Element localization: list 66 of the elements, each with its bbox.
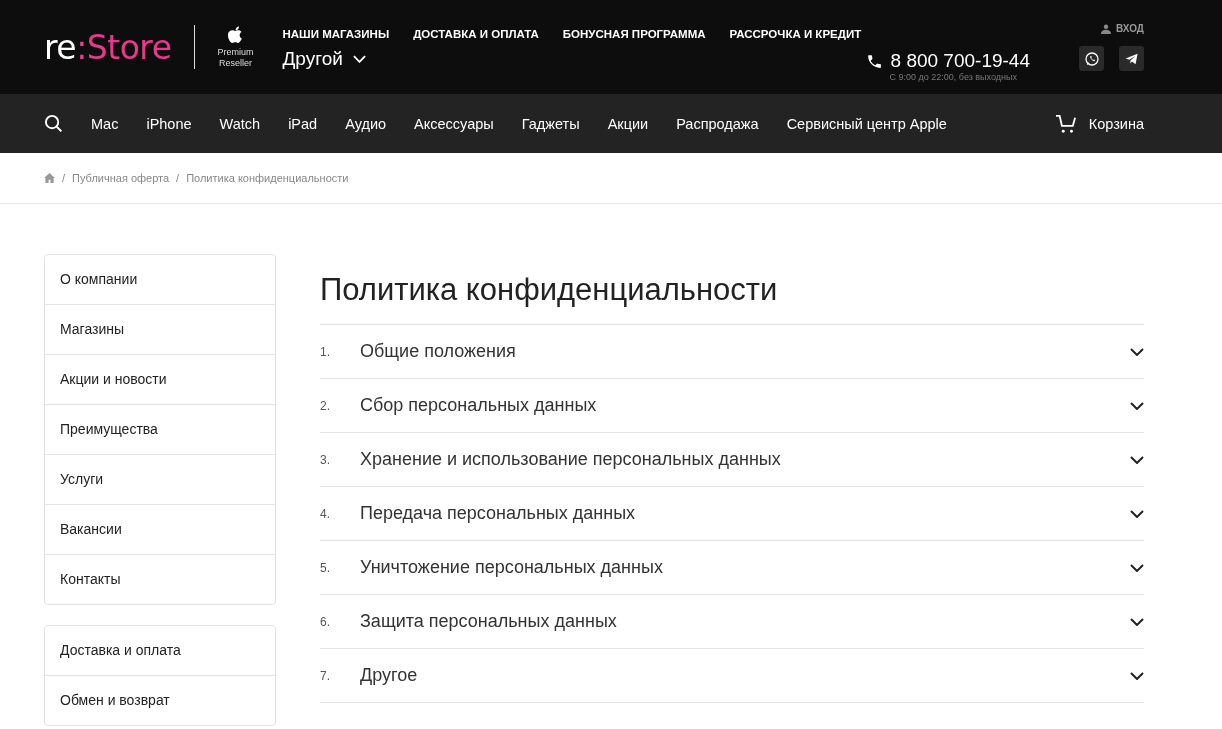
cart-icon[interactable] xyxy=(1054,113,1077,134)
store-logo[interactable]: re:Store xyxy=(44,27,172,67)
cart-link[interactable]: Корзина xyxy=(1088,115,1144,132)
chat-bubble-icon xyxy=(1083,50,1100,67)
sidebar-item[interactable]: О компании xyxy=(45,255,275,305)
phone-number[interactable]: 8 800 700-19-44 xyxy=(890,50,1030,72)
nav-link[interactable]: iPhone xyxy=(146,115,192,132)
breadcrumb-separator: / xyxy=(176,172,180,184)
badge-text: Premium Reseller xyxy=(217,47,254,69)
section-title: Защита персональных данных xyxy=(360,611,618,632)
nav-link[interactable]: Акции xyxy=(607,115,649,132)
top-link[interactable]: ДОСТАВКА И ОПЛАТА xyxy=(413,28,539,40)
breadcrumb-separator: / xyxy=(62,172,66,184)
working-hours: С 9:00 до 22:00, без выходных xyxy=(889,72,1018,82)
section-number: 2. xyxy=(320,398,331,413)
sidebar-item[interactable]: Контакты xyxy=(45,555,275,604)
section-number: 5. xyxy=(320,560,331,575)
chevron-down-icon xyxy=(352,55,366,63)
sidebar-item[interactable]: Вакансии xyxy=(45,505,275,555)
page-title: Политика конфиденциальности xyxy=(320,272,779,308)
breadcrumb-link[interactable]: Политика конфиденциальности xyxy=(186,172,349,184)
sidebar-item[interactable]: Доставка и оплата xyxy=(45,626,275,676)
section-title: Общие положения xyxy=(360,341,517,362)
section-title: Уничтожение персональных данных xyxy=(360,557,664,578)
nav-link[interactable]: Распродажа xyxy=(676,115,759,132)
apple-icon xyxy=(227,25,244,44)
nav-link[interactable]: iPad xyxy=(288,115,318,132)
login-link[interactable]: ВХОД xyxy=(1100,23,1144,34)
accordion-item[interactable]: 6. Защита персональных данных xyxy=(320,594,1144,648)
accordion-item[interactable]: 7. Другое xyxy=(320,648,1144,703)
accordion-item[interactable]: 4. Передача персональных данных xyxy=(320,486,1144,540)
nav-link[interactable]: Watch xyxy=(219,115,261,132)
accordion-item[interactable]: 1. Общие положения xyxy=(320,324,1144,378)
section-number: 1. xyxy=(320,344,331,359)
section-title: Сбор персональных данных xyxy=(360,395,598,416)
accordion-item[interactable]: 2. Сбор персональных данных xyxy=(320,378,1144,432)
sidebar-item[interactable]: Акции и новости xyxy=(45,355,275,405)
sidebar-item[interactable]: Преимущества xyxy=(45,405,275,455)
nav-link[interactable]: Аудио xyxy=(345,115,387,132)
accordion-item[interactable]: 3. Хранение и использование персональных данных xyxy=(320,432,1144,486)
section-title: Хранение и использование персональных данных xyxy=(360,449,782,470)
home-icon[interactable] xyxy=(44,173,55,183)
nav-link[interactable]: Аксессуары xyxy=(414,115,494,132)
top-link[interactable]: БОНУСНАЯ ПРОГРАММА xyxy=(562,28,706,40)
section-title: Передача персональных данных xyxy=(360,503,637,524)
section-number: 6. xyxy=(320,614,331,629)
section-number: 3. xyxy=(320,452,331,467)
city-selector[interactable]: Другой xyxy=(282,48,862,70)
section-number: 7. xyxy=(320,668,331,683)
telegram-button[interactable] xyxy=(1119,46,1144,71)
whatsapp-button[interactable] xyxy=(1079,46,1104,71)
top-link[interactable]: РАССРОЧКА И КРЕДИТ xyxy=(729,28,862,40)
nav-link[interactable]: Mac xyxy=(91,115,119,132)
section-number: 4. xyxy=(320,506,331,521)
nav-link[interactable]: Гаджеты xyxy=(521,115,580,132)
search-icon[interactable] xyxy=(44,114,63,133)
section-title: Другое xyxy=(360,665,419,686)
breadcrumb-link[interactable]: Публичная оферта xyxy=(72,172,170,184)
phone-icon xyxy=(865,52,883,70)
accordion-item[interactable]: 5. Уничтожение персональных данных xyxy=(320,540,1144,594)
sidebar-item[interactable]: Услуги xyxy=(45,455,275,505)
sidebar-item[interactable]: Обмен и возврат xyxy=(45,676,275,725)
user-icon xyxy=(1100,23,1111,34)
top-link[interactable]: НАШИ МАГАЗИНЫ xyxy=(282,28,390,40)
nav-link[interactable]: Сервисный центр Apple xyxy=(786,115,947,132)
sidebar-item[interactable]: Магазины xyxy=(45,305,275,355)
